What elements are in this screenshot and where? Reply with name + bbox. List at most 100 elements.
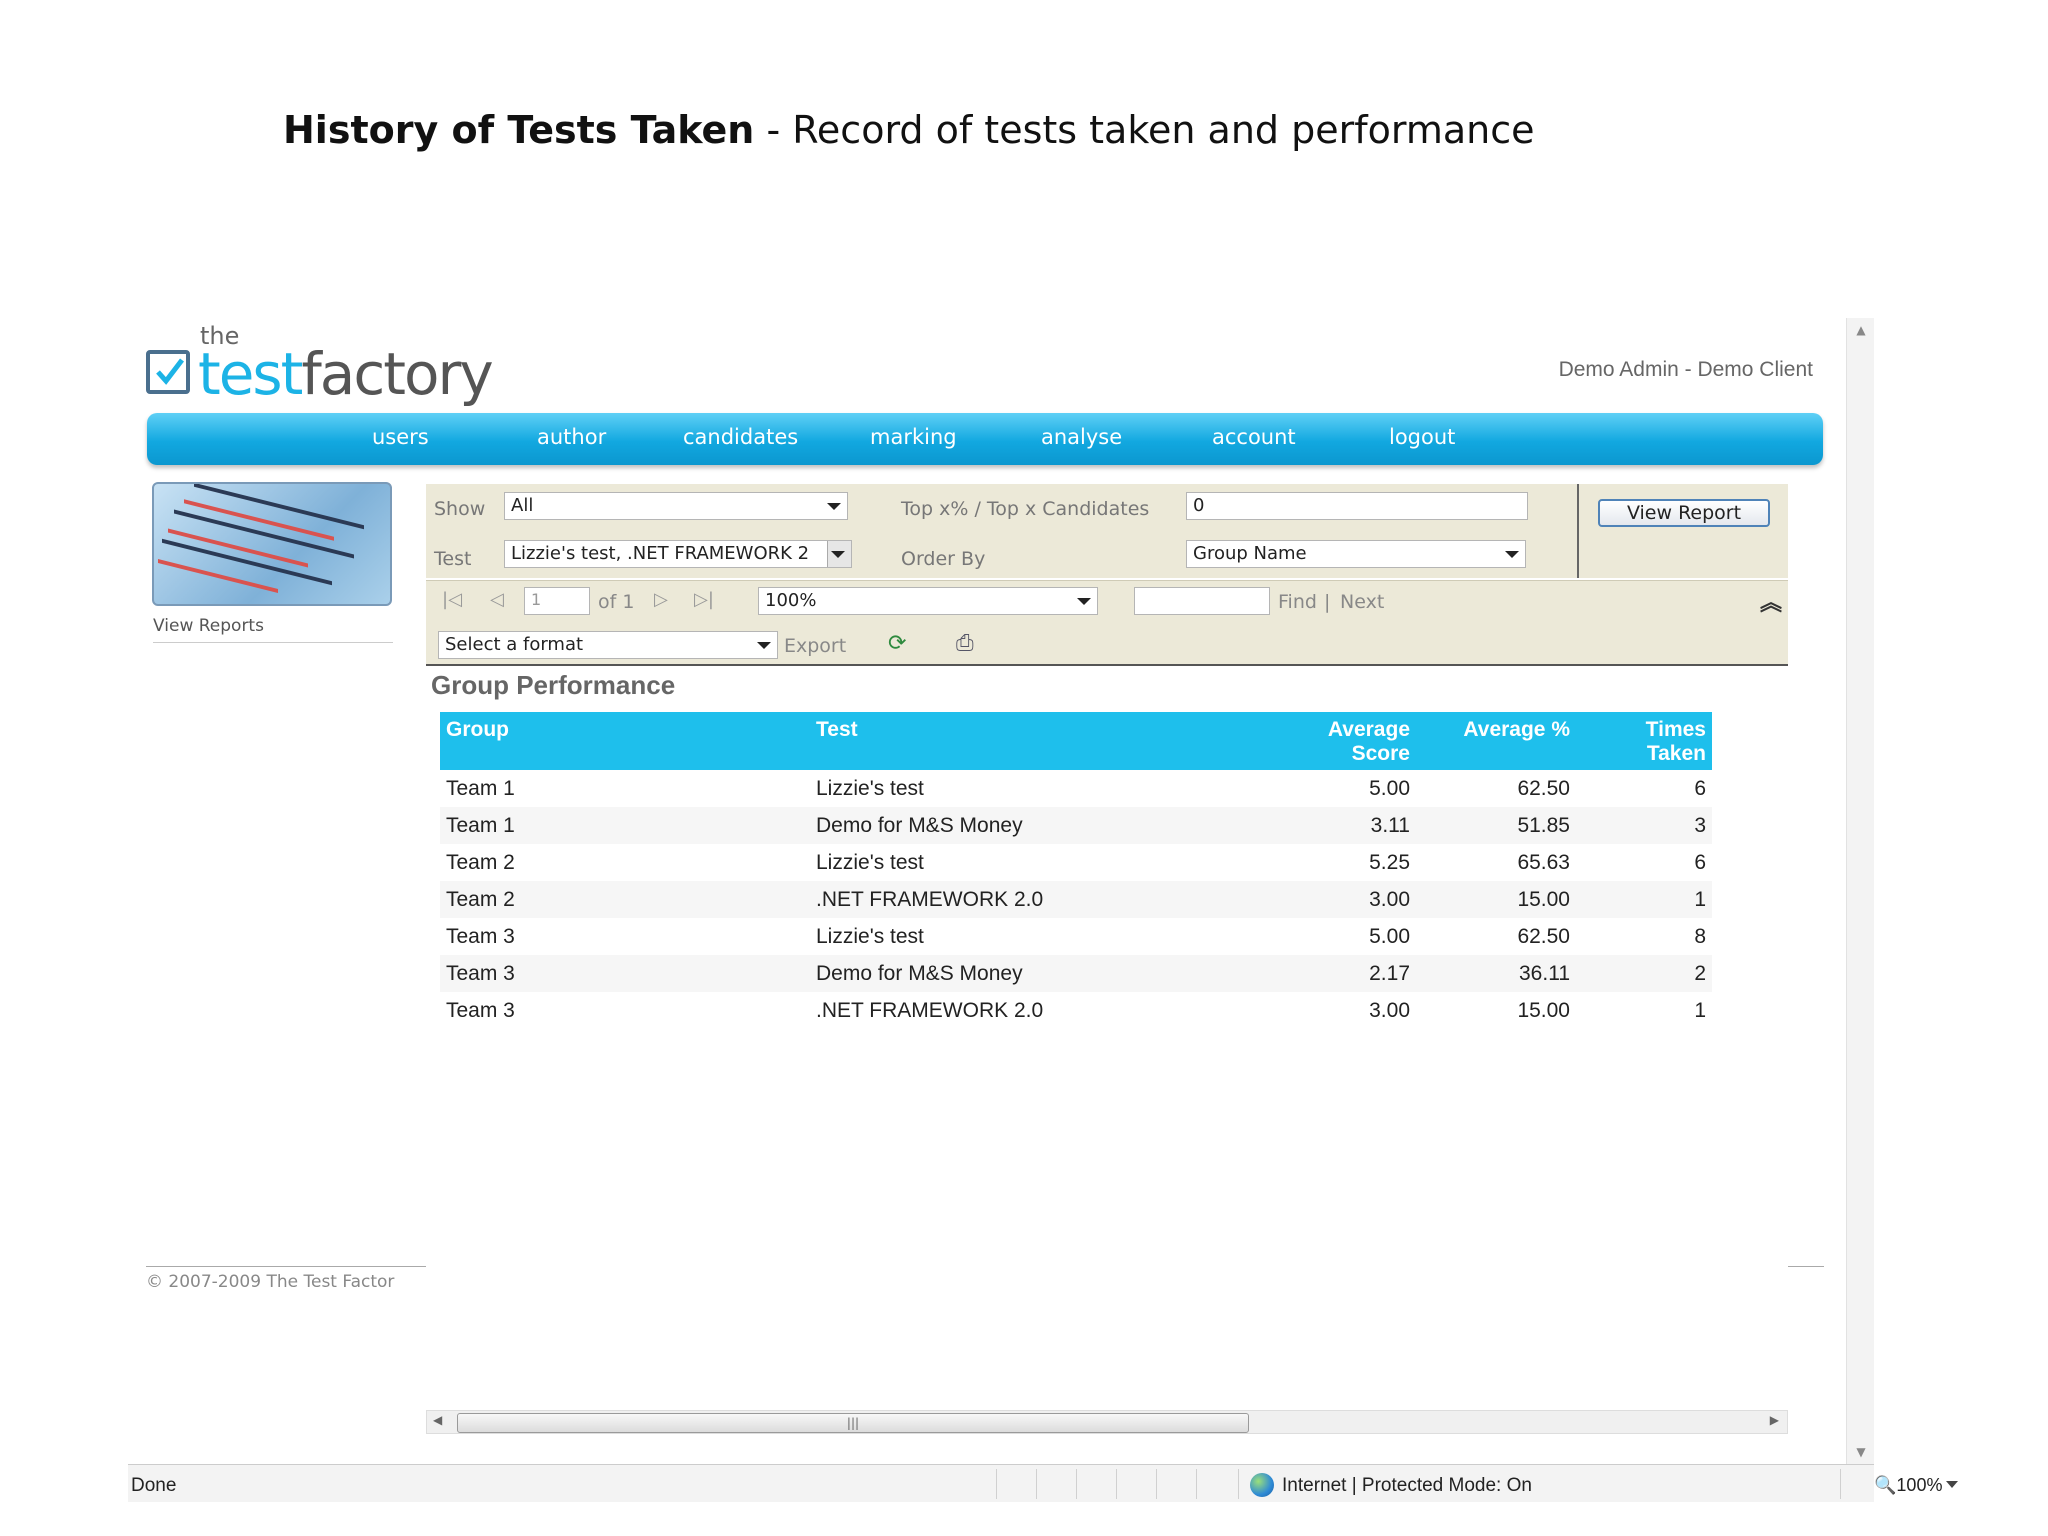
last-page-icon[interactable]: ▷| — [694, 589, 714, 610]
order-by-label: Order By — [901, 548, 986, 570]
report-parameters: Show All Test Lizzie's test, .NET FRAMEW… — [426, 484, 1788, 578]
zoom-select[interactable]: 100% — [758, 587, 1098, 615]
cell-avg-score: 5.25 — [1369, 850, 1410, 874]
nav-account[interactable]: account — [1212, 425, 1296, 449]
globe-icon — [1250, 1473, 1274, 1497]
next-page-icon[interactable]: ▷ — [654, 589, 668, 610]
view-reports-link[interactable]: View Reports — [153, 616, 264, 636]
col-avg-pct: Average % — [1416, 712, 1576, 770]
cell-avg-pct: 15.00 — [1517, 998, 1570, 1022]
cell-group: Team 3 — [446, 998, 515, 1022]
logo-word-b: factory — [301, 340, 493, 408]
horizontal-scrollbar[interactable]: ◀ ||| ▶ — [426, 1410, 1788, 1434]
view-report-button[interactable]: View Report — [1598, 499, 1770, 527]
cell-test: Demo for M&S Money — [810, 955, 1250, 992]
cell-times: 1 — [1576, 881, 1712, 918]
cell-times: 8 — [1694, 924, 1706, 948]
table-row: Team 2 Lizzie's test 5.25 65.63 6 — [440, 844, 1712, 881]
cell-group: Team 2 — [446, 850, 515, 874]
cell-avg-pct: 62.50 — [1517, 776, 1570, 800]
nav-users[interactable]: users — [372, 425, 429, 449]
test-select[interactable]: Lizzie's test, .NET FRAMEWORK 2 — [504, 540, 852, 568]
top-candidates-input[interactable]: 0 — [1186, 492, 1528, 520]
status-separator — [1156, 1469, 1157, 1499]
status-separator — [1840, 1469, 1841, 1499]
cell-avg-score: 5.00 — [1369, 924, 1410, 948]
logo[interactable]: the testfactory — [146, 322, 494, 410]
reports-thumbnail[interactable] — [152, 482, 392, 606]
chevron-down-icon — [827, 503, 841, 510]
chevron-down-icon — [1077, 598, 1091, 605]
cell-avg-score: 3.00 — [1250, 881, 1416, 918]
cell-group: Team 1 — [446, 776, 515, 800]
show-label: Show — [434, 498, 486, 520]
find-link[interactable]: Find — [1278, 591, 1317, 613]
test-label: Test — [434, 548, 472, 570]
find-next-link[interactable]: Next — [1340, 591, 1384, 613]
chevron-down-icon — [1505, 551, 1519, 558]
nav-marking[interactable]: marking — [870, 425, 957, 449]
cell-avg-pct: 62.50 — [1517, 924, 1570, 948]
cell-times: 6 — [1694, 850, 1706, 874]
zoom-select-value: 100% — [765, 590, 817, 611]
table-row: Team 2 .NET FRAMEWORK 2.0 3.00 15.00 1 — [440, 881, 1712, 918]
scroll-thumb[interactable]: ||| — [457, 1413, 1249, 1433]
table-row: Team 1 Demo for M&S Money 3.11 51.85 3 — [440, 807, 1712, 844]
slide-title-bold: History of Tests Taken — [283, 108, 755, 152]
nav-analyse[interactable]: analyse — [1041, 425, 1122, 449]
order-by-select[interactable]: Group Name — [1186, 540, 1526, 568]
logo-wordmark: testfactory — [198, 340, 494, 408]
security-zone[interactable]: Internet | Protected Mode: On — [1282, 1475, 1532, 1497]
test-dropdown-button[interactable] — [827, 541, 851, 567]
footer-divider-right — [1788, 1266, 1824, 1267]
refresh-icon[interactable]: ⟳ — [888, 631, 906, 656]
scroll-down-icon[interactable]: ▼ — [1847, 1442, 1875, 1462]
show-select[interactable]: All — [504, 492, 848, 520]
cell-avg-score: 3.11 — [1250, 807, 1416, 844]
chevron-down-icon — [831, 551, 845, 558]
table-row: Team 3 .NET FRAMEWORK 2.0 3.00 15.00 1 — [440, 992, 1712, 1029]
cell-test: Demo for M&S Money — [810, 807, 1250, 844]
cell-test: Lizzie's test — [816, 850, 924, 874]
export-format-value: Select a format — [445, 634, 584, 655]
scroll-up-icon[interactable]: ▲ — [1847, 320, 1875, 340]
export-link[interactable]: Export — [784, 635, 846, 657]
vertical-scrollbar[interactable]: ▲ ▼ — [1846, 318, 1874, 1464]
order-by-value: Group Name — [1193, 543, 1307, 564]
first-page-icon[interactable]: |◁ — [442, 589, 462, 610]
status-text: Done — [131, 1475, 177, 1496]
cell-times: 3 — [1576, 807, 1712, 844]
cell-avg-score: 2.17 — [1250, 955, 1416, 992]
scroll-right-icon[interactable]: ▶ — [1770, 1413, 1779, 1427]
table-header-row: Group Test Average Score Average % Times T… — [440, 712, 1712, 770]
zoom-icon: 🔍 — [1874, 1475, 1897, 1495]
cell-times: 6 — [1694, 776, 1706, 800]
table-row: Team 3 Lizzie's test 5.00 62.50 8 — [440, 918, 1712, 955]
chevron-down-icon[interactable] — [1946, 1481, 1958, 1488]
checkbox-logo-icon — [146, 350, 190, 394]
sidebar-divider — [153, 642, 393, 643]
status-separator — [1036, 1469, 1037, 1499]
user-info: Demo Admin - Demo Client — [1558, 358, 1813, 381]
status-separator — [1076, 1469, 1077, 1499]
footer-divider — [146, 1266, 426, 1267]
collapse-icon[interactable]: ︽ — [1760, 585, 1782, 617]
col-times-taken: Times Taken — [1576, 712, 1712, 770]
page-number-input[interactable]: 1 — [524, 587, 590, 615]
nav-author[interactable]: author — [537, 425, 606, 449]
zoom-level[interactable]: 🔍100% — [1874, 1475, 1942, 1496]
find-input[interactable] — [1134, 587, 1270, 615]
col-avg-score-line1: Average — [1327, 718, 1410, 741]
export-format-select[interactable]: Select a format — [438, 631, 778, 659]
parameter-divider — [1577, 484, 1579, 578]
copyright: © 2007-2009 The Test Factor — [146, 1272, 395, 1292]
prev-page-icon[interactable]: ◁ — [490, 589, 504, 610]
nav-candidates[interactable]: candidates — [683, 425, 798, 449]
scroll-left-icon[interactable]: ◀ — [433, 1413, 442, 1427]
nav-logout[interactable]: logout — [1389, 425, 1455, 449]
col-times-line1: Times — [1645, 718, 1706, 741]
col-avg-score: Average Score — [1250, 712, 1416, 770]
main-nav: users author candidates marking analyse … — [147, 413, 1823, 465]
report-toolbar: |◁ ◁ 1 of 1 ▷ ▷| 100% Find | Next ︽ Sele… — [426, 580, 1788, 666]
print-icon[interactable]: ⎙ — [956, 631, 974, 656]
